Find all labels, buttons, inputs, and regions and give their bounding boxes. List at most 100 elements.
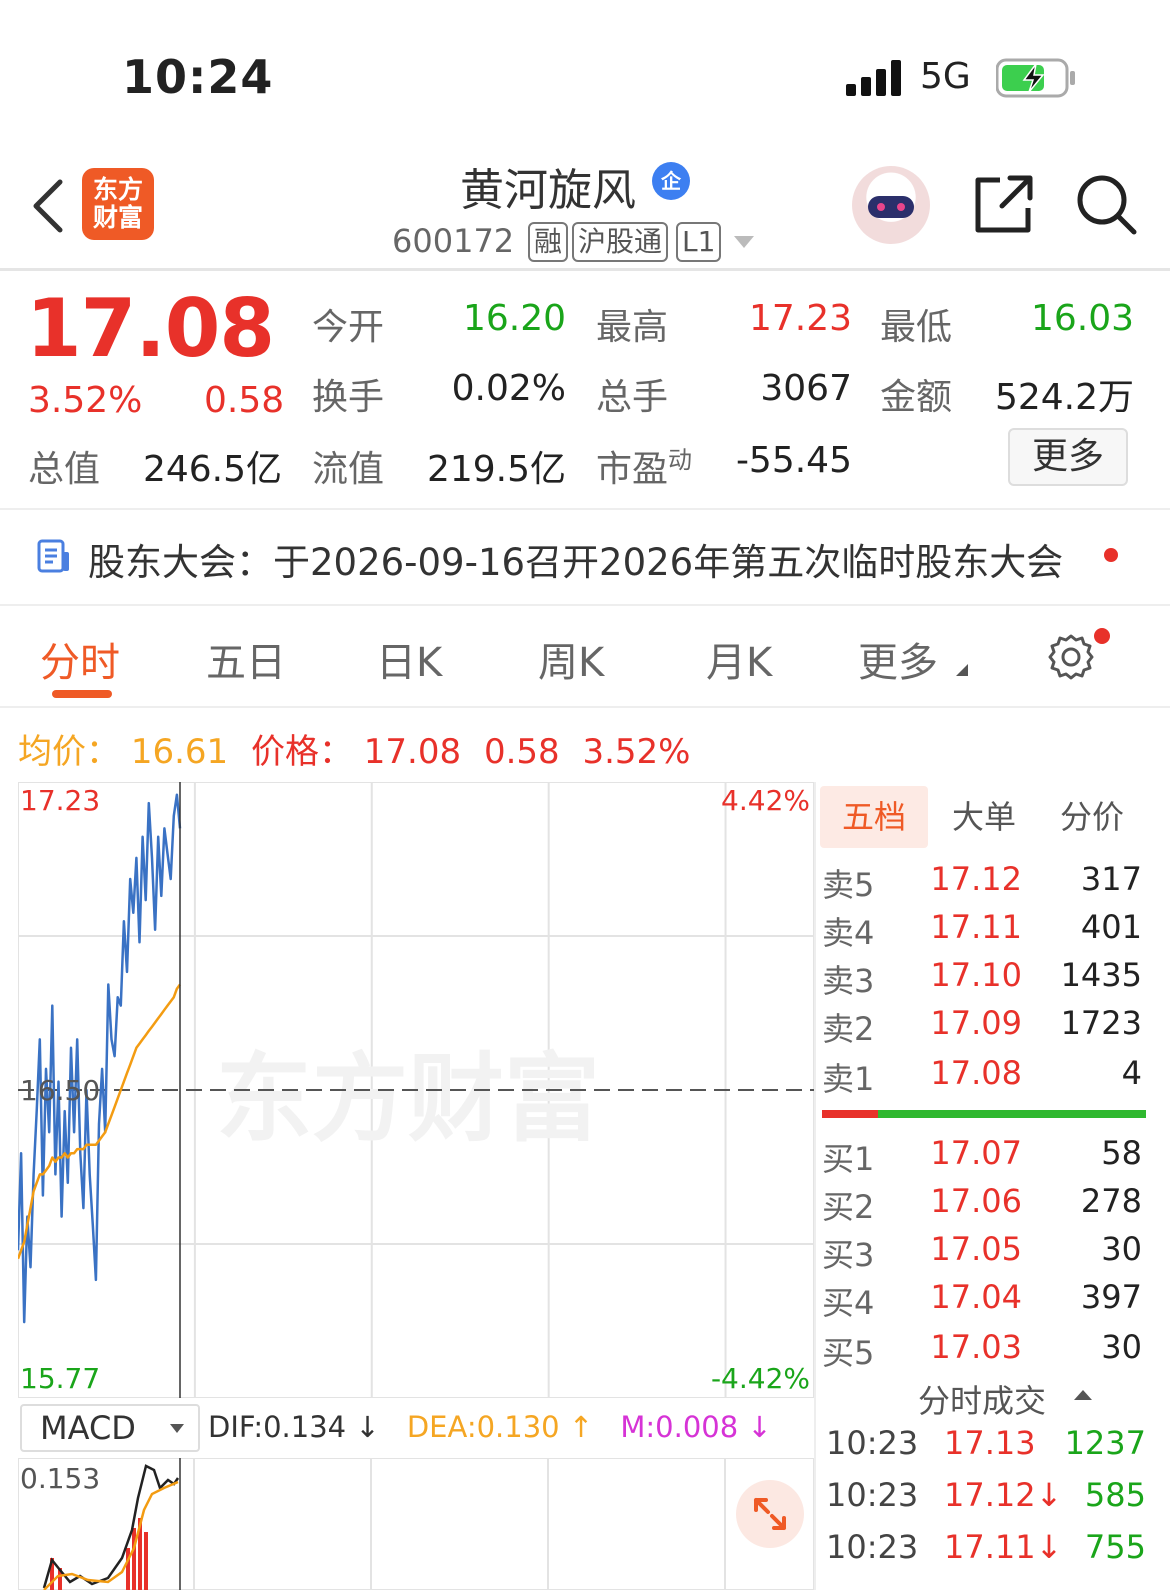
tab-five-day[interactable]: 五日 bbox=[206, 630, 286, 688]
pe-label-sup: 动 bbox=[668, 446, 693, 474]
avg-price-value: 16.61 bbox=[130, 732, 229, 772]
logo-line-1: 东方 bbox=[92, 175, 143, 204]
price-label: 价格： bbox=[250, 732, 353, 772]
indicator-select-caret-icon bbox=[170, 1424, 184, 1433]
expand-icon bbox=[754, 1498, 786, 1530]
stock-name: 黄河旋风 bbox=[460, 165, 636, 216]
tag-shanghai-connect: 沪股通 bbox=[572, 222, 669, 262]
corp-badge: 企 bbox=[652, 162, 690, 200]
float-cap-value: 219.5亿 bbox=[426, 449, 566, 490]
pe-value: -55.45 bbox=[735, 440, 852, 481]
bid-row: 买1 17.07 58 bbox=[822, 1134, 1142, 1178]
intraday-chart[interactable]: 东方财富 17.23 16.50 15.77 4.42% -4.42% bbox=[18, 782, 814, 1398]
orderbook-divider bbox=[814, 782, 816, 1590]
amount-label: 金额 bbox=[880, 377, 953, 418]
amount-value: 524.2万 bbox=[994, 377, 1134, 418]
bid-row: 买5 17.03 30 bbox=[822, 1328, 1142, 1372]
tab-large-orders[interactable]: 大单 bbox=[930, 786, 1038, 848]
active-tab-indicator bbox=[52, 690, 112, 698]
macd-values: DIF:0.134 ↓ DEA:0.130 ↑ M:0.008 ↓ bbox=[208, 1410, 772, 1444]
tag-margin: 融 bbox=[528, 222, 569, 262]
tab-intraday[interactable]: 分时 bbox=[40, 630, 120, 688]
tick-trades-title[interactable]: 分时成交 bbox=[918, 1376, 1046, 1422]
pe-label-text: 市盈 bbox=[596, 449, 669, 490]
current-price: 17.08 bbox=[26, 282, 275, 375]
price-change: 0.58 bbox=[483, 732, 560, 772]
notice-unread-dot bbox=[1104, 548, 1118, 562]
logo-line-2: 财富 bbox=[92, 203, 143, 232]
quote-divider bbox=[0, 508, 1170, 510]
high-label: 最高 bbox=[596, 307, 669, 348]
tab-more-caret-icon bbox=[956, 664, 968, 676]
macd-dea: DEA:0.130 ↑ bbox=[406, 1410, 594, 1444]
tab-price-distribution[interactable]: 分价 bbox=[1038, 786, 1146, 848]
ask-row: 卖5 17.12 317 bbox=[822, 860, 1142, 904]
app-logo: 东方 财富 bbox=[82, 168, 154, 240]
stock-code: 600172 bbox=[392, 222, 515, 260]
y-label-high-pct: 4.42% bbox=[721, 784, 810, 817]
shareholder-meeting-notice[interactable]: 股东大会：于2026-09-16召开2026年第五次临时股东大会 bbox=[88, 532, 1063, 586]
high-value: 17.23 bbox=[748, 298, 852, 339]
stock-switch-caret-icon[interactable] bbox=[734, 236, 754, 248]
macd-chart[interactable]: 0.153 bbox=[18, 1458, 814, 1590]
ask-row: 卖1 17.08 4 bbox=[822, 1054, 1142, 1098]
volume-label: 总手 bbox=[596, 377, 669, 418]
y-label-low: 15.77 bbox=[20, 1362, 100, 1395]
change-percent: 3.52% bbox=[28, 380, 143, 421]
ai-robot-avatar[interactable] bbox=[852, 166, 930, 244]
price-line bbox=[18, 793, 182, 1324]
tab-more[interactable]: 更多 bbox=[858, 630, 938, 688]
macd-top-label: 0.153 bbox=[20, 1462, 100, 1495]
tag-level1: L1 bbox=[676, 222, 722, 262]
expand-chart-button[interactable] bbox=[736, 1480, 804, 1548]
tab-daily-k[interactable]: 日K bbox=[376, 630, 442, 688]
settings-badge-dot bbox=[1094, 628, 1110, 644]
tab-five-levels[interactable]: 五档 bbox=[820, 786, 928, 848]
trade-row: 10:23 17.13 1237 bbox=[826, 1424, 1146, 1462]
search-icon[interactable] bbox=[1074, 172, 1138, 236]
battery-charging-icon bbox=[996, 58, 1075, 98]
low-value: 16.03 bbox=[1030, 298, 1134, 339]
network-label: 5G bbox=[920, 56, 971, 97]
turnover-label: 换手 bbox=[312, 377, 385, 418]
chart-watermark: 东方财富 bbox=[216, 1043, 600, 1155]
notice-divider bbox=[0, 604, 1170, 606]
share-icon[interactable] bbox=[972, 172, 1036, 236]
tabs-divider bbox=[0, 706, 1170, 708]
macd-grid bbox=[18, 1458, 814, 1590]
turnover-value: 0.02% bbox=[451, 368, 566, 409]
market-cap-value: 246.5亿 bbox=[142, 449, 282, 490]
ask-row: 卖2 17.09 1723 bbox=[822, 1004, 1142, 1048]
tab-monthly-k[interactable]: 月K bbox=[706, 630, 772, 688]
trade-row: 10:23 17.12↓ 585 bbox=[826, 1476, 1146, 1514]
bid-row: 买2 17.06 278 bbox=[822, 1182, 1142, 1226]
pe-label: 市盈动 bbox=[596, 440, 692, 492]
document-icon bbox=[37, 539, 69, 573]
bid-row: 买4 17.04 397 bbox=[822, 1278, 1142, 1322]
price-value: 17.08 bbox=[363, 732, 462, 772]
avg-price-label: 均价： bbox=[18, 732, 120, 772]
header-divider bbox=[0, 268, 1170, 271]
macd-dif: DIF:0.134 ↓ bbox=[208, 1410, 380, 1444]
ask-row: 卖4 17.11 401 bbox=[822, 908, 1142, 952]
more-quote-button[interactable]: 更多 bbox=[1008, 428, 1128, 486]
chart-info-line: 均价： 16.61 价格： 17.08 0.58 3.52% bbox=[18, 724, 690, 773]
open-label: 今开 bbox=[312, 307, 385, 348]
y-label-high: 17.23 bbox=[20, 784, 100, 817]
float-cap-label: 流值 bbox=[312, 449, 385, 490]
y-label-low-pct: -4.42% bbox=[711, 1362, 810, 1395]
change-amount: 0.58 bbox=[204, 380, 285, 421]
open-value: 16.20 bbox=[462, 298, 566, 339]
status-time: 10:24 bbox=[122, 50, 274, 104]
low-label: 最低 bbox=[880, 307, 953, 348]
orderbook-tabs: 五档 大单 分价 bbox=[820, 786, 1136, 848]
trade-row: 10:23 17.11↓ 755 bbox=[826, 1528, 1146, 1566]
tick-trades-caret-icon[interactable] bbox=[1074, 1390, 1092, 1400]
tab-weekly-k[interactable]: 周K bbox=[538, 630, 604, 688]
gear-icon[interactable] bbox=[1046, 632, 1096, 682]
market-cap-label: 总值 bbox=[28, 449, 101, 490]
price-change-pct: 3.52% bbox=[582, 732, 691, 772]
back-icon[interactable] bbox=[30, 178, 66, 234]
macd-m: M:0.008 ↓ bbox=[620, 1410, 772, 1444]
volume-value: 3067 bbox=[760, 368, 852, 409]
